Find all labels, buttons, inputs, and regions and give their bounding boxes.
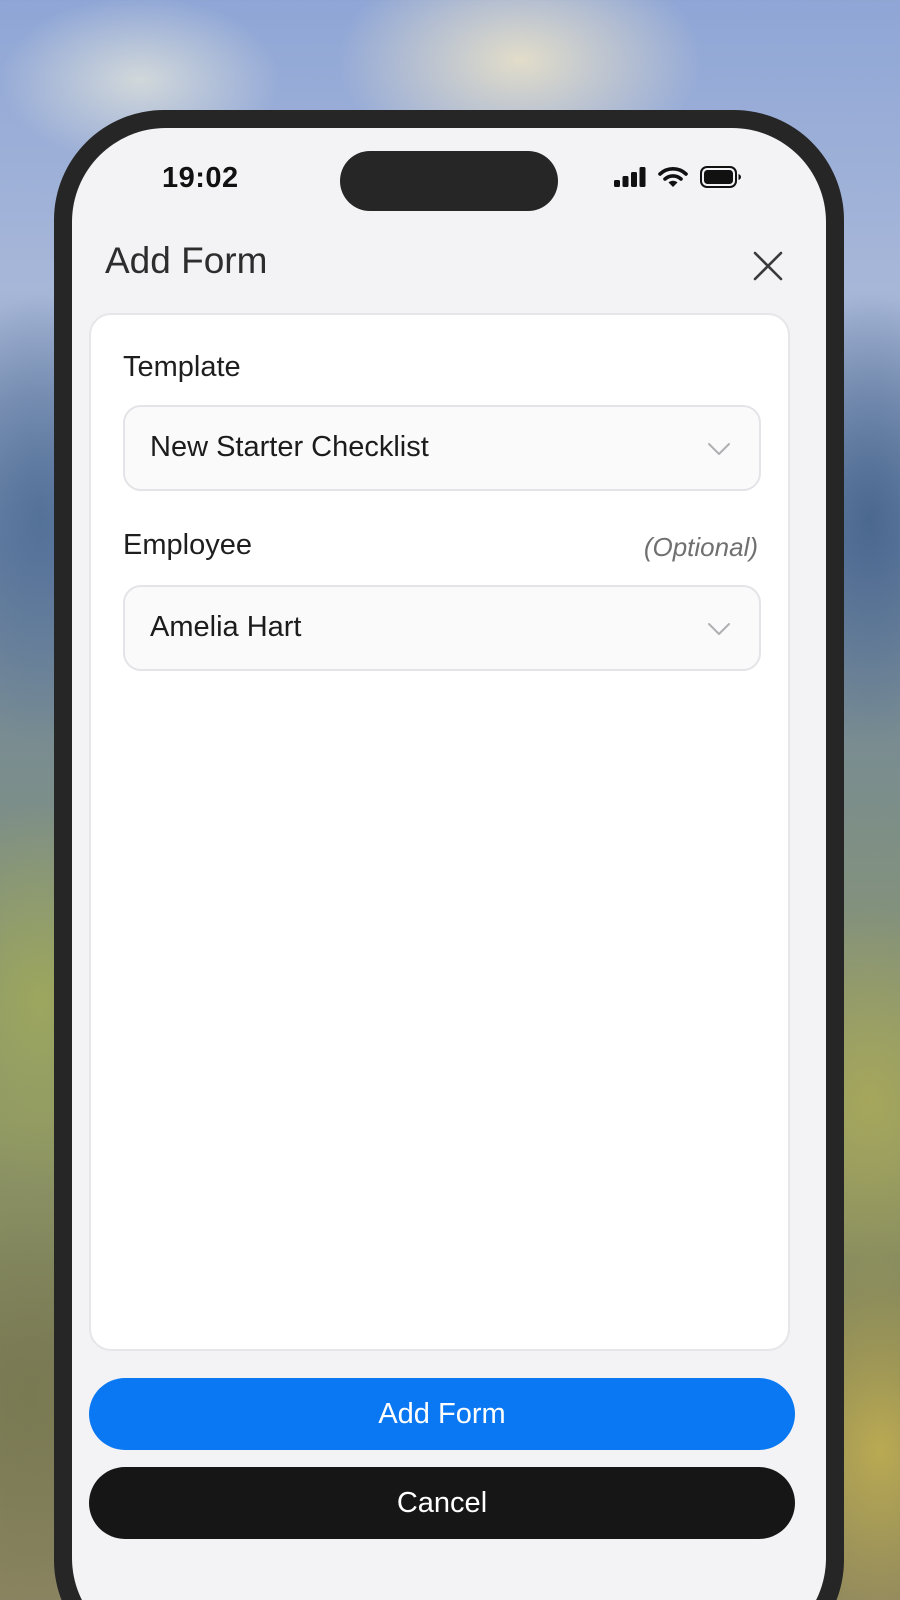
employee-label: Employee <box>123 529 252 561</box>
phone-screen: 19:02 Add Form Template New Starter Chec… <box>72 128 826 1600</box>
template-select[interactable]: New Starter Checklist <box>123 405 761 491</box>
modal-title: Add Form <box>105 240 268 281</box>
add-form-button[interactable]: Add Form <box>89 1378 795 1450</box>
cancel-button[interactable]: Cancel <box>89 1467 795 1539</box>
employee-select[interactable]: Amelia Hart <box>123 585 761 671</box>
chevron-down-icon <box>708 443 730 455</box>
form-card: Template New Starter Checklist Employee … <box>89 313 790 1351</box>
chevron-down-icon <box>708 623 730 635</box>
employee-optional-label: (Optional) <box>643 532 758 562</box>
employee-select-value: Amelia Hart <box>150 611 302 643</box>
template-select-value: New Starter Checklist <box>150 431 429 463</box>
close-icon <box>753 251 783 281</box>
close-button[interactable] <box>750 248 786 284</box>
status-time: 19:02 <box>162 162 239 194</box>
cellular-signal-icon <box>614 167 646 187</box>
battery-icon <box>700 166 742 188</box>
phone-frame: 19:02 Add Form Template New Starter Chec… <box>54 110 844 1600</box>
status-icons <box>614 166 742 188</box>
template-label: Template <box>123 351 241 383</box>
dynamic-island <box>340 151 558 211</box>
wifi-icon <box>658 166 688 188</box>
